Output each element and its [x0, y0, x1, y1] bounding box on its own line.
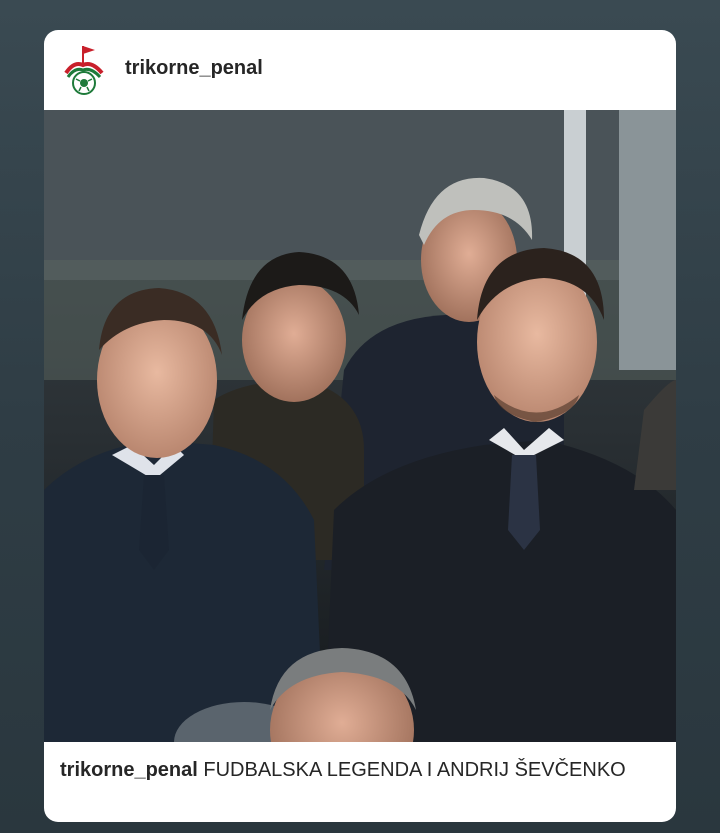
caption-text: FUDBALSKA LEGENDA I ANDRIJ ŠEVČENKO: [197, 759, 626, 781]
post-header: trikorne_penal: [44, 30, 676, 110]
post-caption: trikorne_penal FUDBALSKA LEGENDA I ANDRI…: [60, 758, 660, 783]
club-crest-icon[interactable]: [62, 43, 106, 97]
post-username[interactable]: trikorne_penal: [125, 57, 263, 80]
post-photo: [44, 110, 676, 742]
post-card: trikorne_penal trikorne_penal FUDBALSKA …: [44, 30, 676, 822]
caption-username[interactable]: trikorne_penal: [60, 759, 198, 781]
